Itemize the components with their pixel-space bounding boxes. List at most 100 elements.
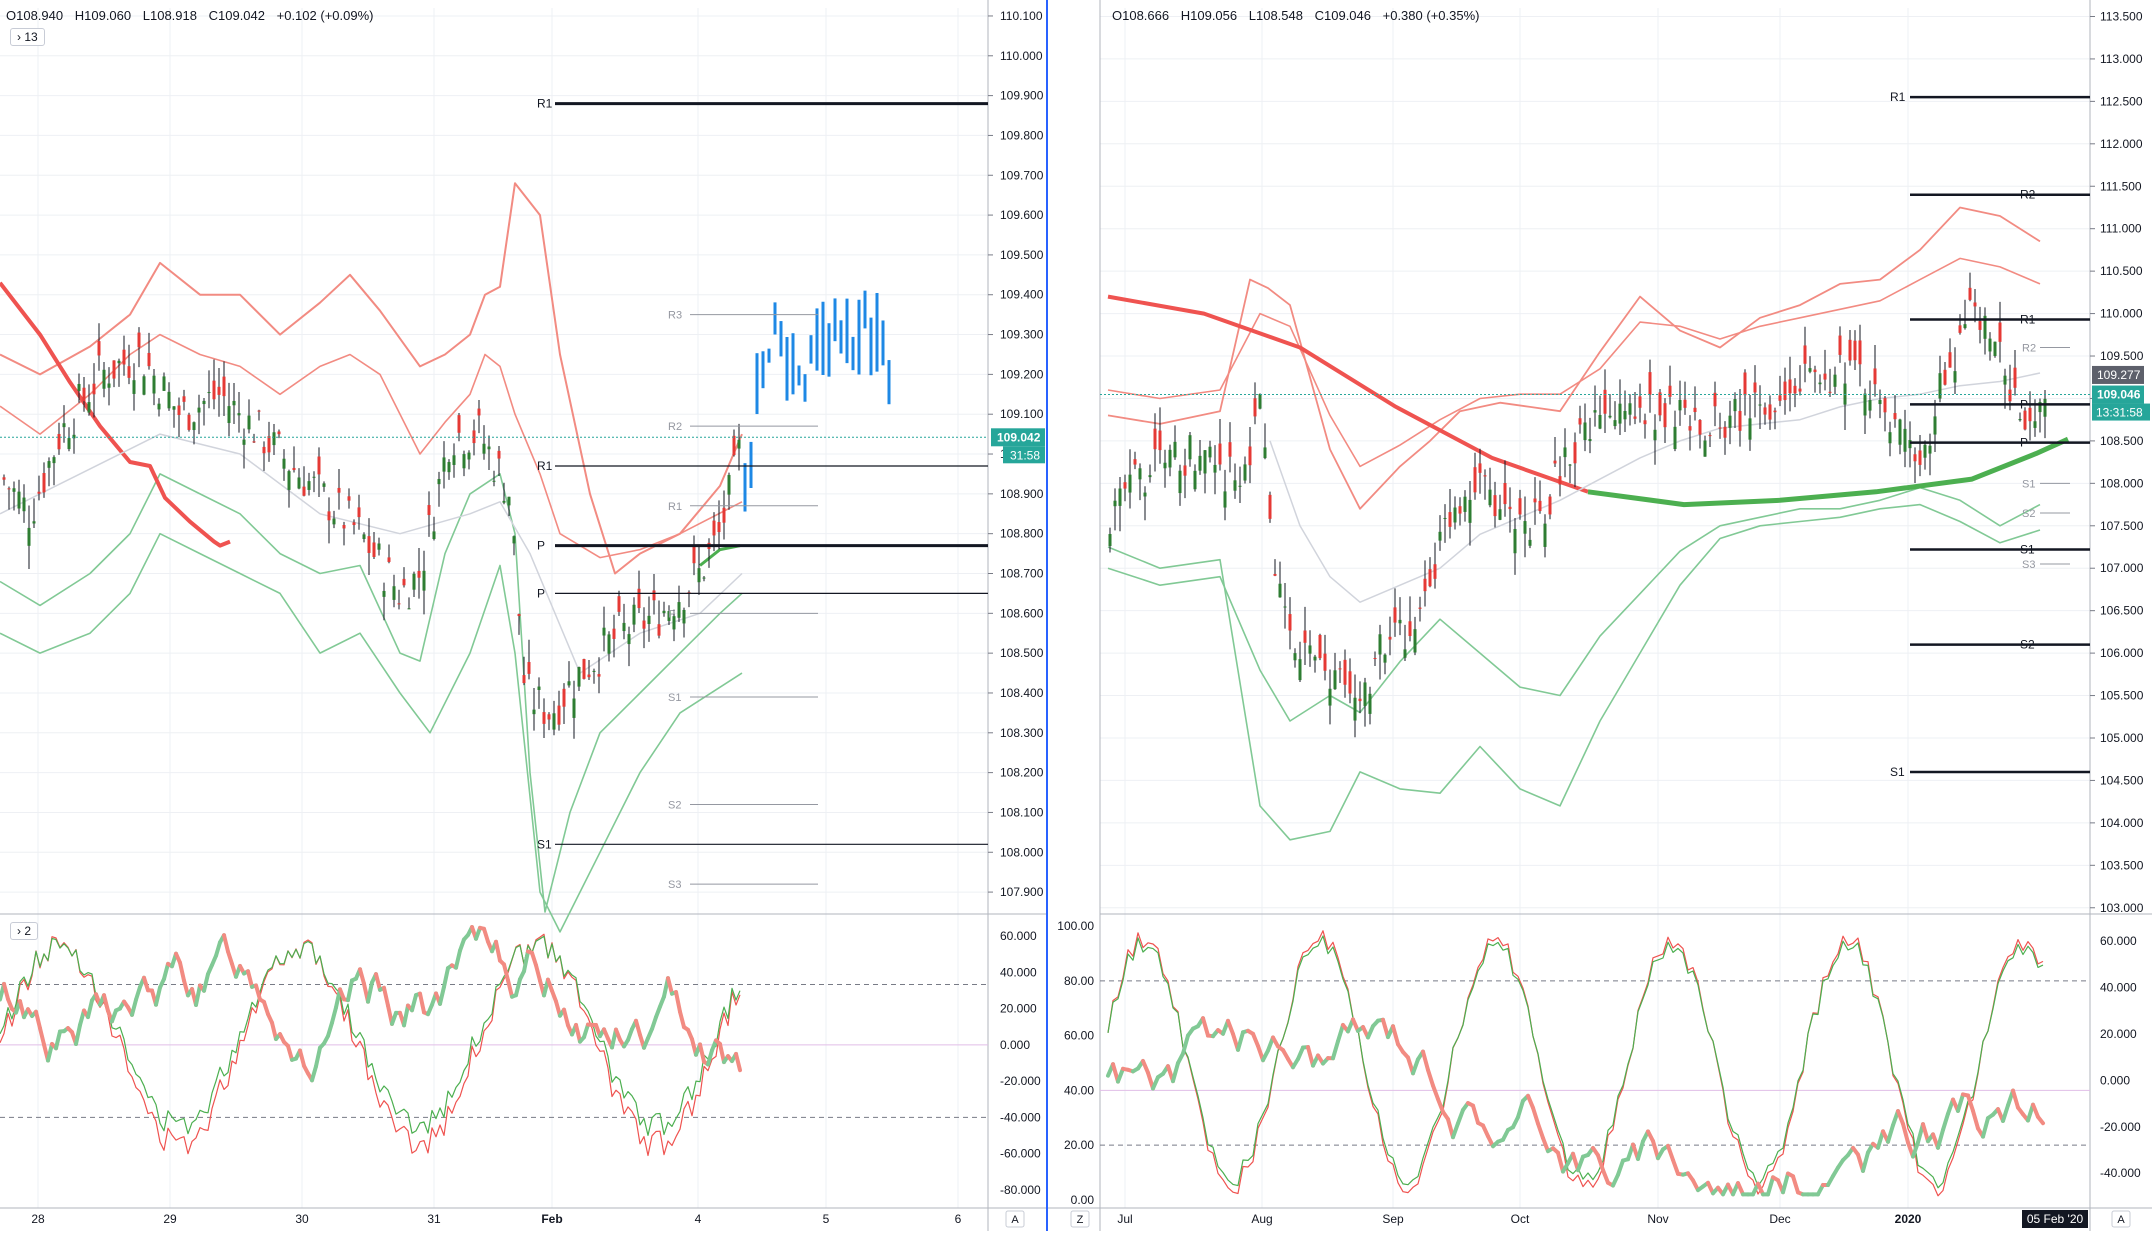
right-candle-body	[1484, 475, 1487, 476]
right-candle-body	[1534, 499, 1537, 503]
right-last-price-tag: 109.046	[2097, 388, 2141, 402]
left-candle-body	[83, 388, 86, 401]
right-autoscale-label: A	[2117, 1214, 2125, 1226]
right-candle-body	[1669, 386, 1672, 397]
left-price-tick: 108.100	[1000, 805, 1044, 819]
left-candle-body	[368, 536, 371, 553]
left-price-tick: 109.100	[1000, 407, 1044, 421]
left-price-tick: 109.800	[1000, 128, 1044, 142]
left-candle-body	[373, 542, 376, 556]
right-candle-body	[1589, 439, 1592, 441]
left-candle-body	[503, 501, 506, 503]
right-candle-body	[1259, 394, 1262, 409]
left-candle-body	[533, 710, 536, 715]
right-candle-body	[1474, 467, 1477, 492]
left-osc-toggle[interactable]: › 2	[10, 922, 38, 940]
right-candle-body	[1679, 400, 1682, 410]
left-candle-body	[338, 488, 341, 493]
left-candle-body	[603, 628, 606, 636]
left-candle-body	[178, 406, 181, 416]
right-osc-right-tick: 0.000	[2100, 1073, 2130, 1087]
right-osc-left-tick: 80.00	[1064, 974, 1094, 988]
right-price-tick: 108.500	[2100, 434, 2144, 448]
left-candle-body	[683, 610, 686, 623]
right-candle-body	[1754, 382, 1757, 392]
left-osc-count: 2	[24, 924, 31, 938]
right-time-label: Jul	[1117, 1212, 1132, 1226]
left-candle-body	[723, 508, 726, 523]
right-candle-body	[1439, 532, 1442, 541]
left-time-label: 28	[31, 1212, 45, 1226]
right-candle-body	[1204, 450, 1207, 473]
right-candle-body	[2009, 390, 2012, 402]
left-candle-body	[243, 440, 246, 445]
right-candle-body	[1864, 394, 1867, 416]
left-candle-body	[298, 477, 301, 488]
right-ohlc-change: +0.380 (+0.35%)	[1383, 8, 1480, 23]
right-candle-body	[1554, 461, 1557, 464]
left-candle-body	[183, 396, 186, 402]
left-price-tick: 108.800	[1000, 527, 1044, 541]
right-candle-body	[1889, 432, 1892, 443]
right-price-tick: 110.500	[2100, 264, 2143, 278]
left-price-tick: 109.500	[1000, 248, 1044, 262]
right-osc-left-tick: 0.00	[1071, 1193, 1095, 1207]
right-candle-body	[1159, 431, 1162, 451]
right-candle-body	[1239, 486, 1242, 487]
right-candle-body	[1114, 501, 1117, 506]
right-price-tick: 108.000	[2100, 476, 2144, 490]
right-candle-body	[1399, 620, 1402, 623]
right-candle-body	[1689, 426, 1692, 430]
left-candle-body	[13, 488, 16, 492]
right-candle-body	[1569, 465, 1572, 466]
left-candle-body	[23, 498, 26, 512]
right-candle-body	[1139, 468, 1142, 479]
right-candle-body	[2029, 408, 2032, 421]
left-candle-body	[573, 699, 576, 718]
right-candle-body	[1109, 534, 1112, 546]
left-candle-body	[333, 518, 336, 524]
left-candle-body	[238, 413, 241, 415]
right-price-tick: 107.500	[2100, 519, 2144, 533]
right-candle-body	[1624, 411, 1627, 419]
right-candle-body	[1489, 490, 1492, 506]
right-candle-body	[1774, 411, 1777, 413]
right-price-tick: 105.000	[2100, 731, 2144, 745]
right-candle-body	[1849, 340, 1852, 361]
right-candle-body	[1444, 518, 1447, 519]
left-candle-body	[153, 376, 156, 394]
left-price-tick: 107.900	[1000, 885, 1044, 899]
right-candle-body	[1319, 635, 1322, 658]
right-candle-body	[1494, 495, 1497, 516]
right-time-label: Oct	[1511, 1212, 1530, 1226]
right-candle-body	[1894, 413, 1897, 419]
left-candle-body	[293, 468, 296, 470]
left-osc-tick: 0.000	[1000, 1038, 1030, 1052]
left-countdown: 31:58	[1010, 448, 1040, 462]
right-candle-body	[1389, 637, 1392, 640]
left-indicators-toggle[interactable]: › 13	[10, 28, 45, 46]
right-candle-body	[2014, 368, 2017, 388]
left-price-tick: 108.900	[1000, 487, 1044, 501]
right-candle-body	[1339, 668, 1342, 669]
right-candle-body	[1189, 435, 1192, 459]
left-candle-body	[258, 411, 261, 412]
right-candle-body	[1949, 352, 1952, 367]
right-candle-body	[1834, 375, 1837, 387]
right-candle-body	[1674, 427, 1677, 449]
left-osc-tick: -60.000	[1000, 1147, 1041, 1161]
right-candle-body	[1724, 427, 1727, 438]
right-time-label: 2020	[1895, 1212, 1922, 1226]
left-candle-body	[248, 416, 251, 430]
left-ohlc-change: +0.102 (+0.09%)	[277, 8, 374, 23]
right-candle-body	[1814, 370, 1817, 372]
right-candle-body	[1179, 471, 1182, 493]
left-candle-body	[628, 634, 631, 644]
right-candle-body	[2034, 421, 2037, 428]
left-candle-body	[93, 384, 96, 395]
left-time-label: 31	[427, 1212, 441, 1226]
right-pivot-label: R1	[2020, 313, 2036, 327]
left-candle-body	[473, 430, 476, 443]
right-candle-body	[1769, 404, 1772, 419]
left-candle-body	[273, 432, 276, 445]
